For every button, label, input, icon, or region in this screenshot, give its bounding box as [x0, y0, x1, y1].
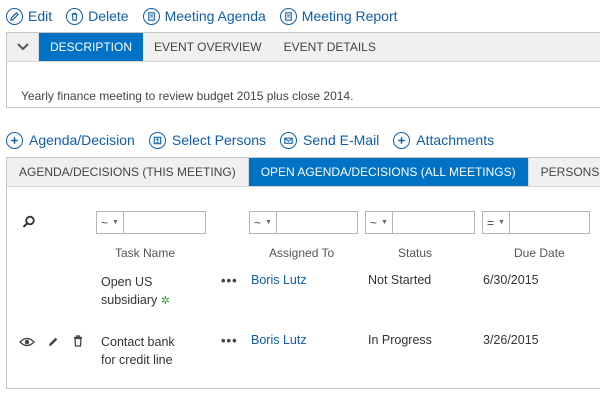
item-menu-button[interactable]: •••	[221, 273, 238, 288]
due-date-cell: 6/30/2015	[483, 273, 539, 287]
dropdown-arrow-icon: ▼	[112, 219, 119, 226]
add-agenda-decision-label: Agenda/Decision	[29, 132, 135, 148]
tab-all-meetings[interactable]: OPEN AGENDA/DECISIONS (ALL MEETINGS)	[248, 158, 529, 186]
task-name-cell[interactable]: Contact bank for credit line	[101, 333, 175, 369]
status-cell: In Progress	[368, 333, 432, 347]
edit-button[interactable]: Edit	[6, 7, 53, 25]
task-filter: ~ ▼	[96, 211, 206, 234]
assigned-filter-operator[interactable]: ~ ▼	[249, 211, 277, 234]
column-header-assigned[interactable]: Assigned To	[269, 246, 334, 260]
collapse-toggle[interactable]	[7, 33, 39, 61]
meeting-report-label: Meeting Report	[301, 8, 398, 24]
item-toolbar: Edit Delete Meeting Agenda Meeting Repor…	[6, 6, 412, 26]
task-name-line: for credit line	[101, 353, 173, 367]
task-filter-operator[interactable]: ~ ▼	[96, 211, 124, 234]
meeting-agenda-button[interactable]: Meeting Agenda	[142, 7, 266, 25]
pencil-icon[interactable]	[46, 335, 60, 349]
due-date-filter: = ▼	[482, 211, 590, 234]
status-filter-operator[interactable]: ~ ▼	[365, 211, 393, 234]
action-bar: Agenda/Decision Select Persons Send E-Ma…	[6, 130, 508, 150]
send-email-button[interactable]: Send E-Mail	[280, 131, 380, 149]
tab-event-details[interactable]: EVENT DETAILS	[273, 33, 387, 61]
agenda-grid-panel: AGENDA/DECISIONS (THIS MEETING) OPEN AGE…	[6, 157, 600, 389]
select-persons-button[interactable]: Select Persons	[148, 131, 267, 149]
description-tabs: DESCRIPTION EVENT OVERVIEW EVENT DETAILS	[7, 33, 600, 62]
assigned-filter: ~ ▼	[249, 211, 358, 234]
assigned-to-link[interactable]: Boris Lutz	[251, 333, 307, 347]
assigned-filter-input[interactable]	[276, 211, 358, 234]
meeting-agenda-label: Meeting Agenda	[164, 8, 266, 24]
edit-label: Edit	[28, 8, 53, 24]
status-filter-input[interactable]	[392, 211, 475, 234]
add-agenda-decision-button[interactable]: Agenda/Decision	[6, 131, 135, 149]
new-item-icon: ✲	[160, 295, 170, 307]
pencil-icon	[6, 7, 23, 25]
agenda-document-icon	[142, 7, 160, 25]
table-row: Open US subsidiary ✲ ••• Boris Lutz Not …	[7, 273, 600, 313]
dropdown-arrow-icon: ▼	[381, 219, 388, 226]
column-header-task[interactable]: Task Name	[115, 246, 175, 260]
grid-tabs: AGENDA/DECISIONS (THIS MEETING) OPEN AGE…	[7, 158, 600, 187]
task-name-line: Contact bank	[101, 335, 175, 349]
people-icon	[148, 131, 166, 149]
filter-row: ~ ▼ ~ ▼ ~ ▼ = ▼	[7, 211, 600, 235]
add-attachments-label: Attachments	[416, 132, 495, 148]
column-header-status[interactable]: Status	[398, 246, 432, 260]
due-date-filter-operator[interactable]: = ▼	[482, 211, 510, 234]
trash-icon[interactable]	[71, 334, 85, 348]
tab-persons[interactable]: PERSONS	[529, 158, 600, 186]
status-filter: ~ ▼	[365, 211, 475, 234]
dropdown-arrow-icon: ▼	[265, 219, 272, 226]
delete-label: Delete	[88, 8, 129, 24]
search-icon[interactable]	[22, 215, 36, 229]
select-persons-label: Select Persons	[171, 132, 267, 148]
plus-icon	[393, 131, 411, 149]
description-panel: DESCRIPTION EVENT OVERVIEW EVENT DETAILS…	[6, 32, 600, 108]
task-name-line: Open US	[101, 275, 153, 289]
delete-button[interactable]: Delete	[66, 7, 129, 25]
tab-event-overview[interactable]: EVENT OVERVIEW	[143, 33, 273, 61]
task-filter-input[interactable]	[123, 211, 206, 234]
chevron-down-icon	[16, 43, 29, 51]
trash-icon	[66, 7, 84, 25]
tab-description[interactable]: DESCRIPTION	[39, 33, 144, 61]
due-date-cell: 3/26/2015	[483, 333, 539, 347]
table-row: Contact bank for credit line ••• Boris L…	[7, 333, 600, 373]
report-document-icon	[279, 7, 297, 25]
dropdown-arrow-icon: ▼	[498, 219, 505, 226]
envelope-icon	[280, 131, 298, 149]
tab-this-meeting[interactable]: AGENDA/DECISIONS (THIS MEETING)	[7, 158, 249, 186]
send-email-label: Send E-Mail	[303, 132, 380, 148]
item-menu-button[interactable]: •••	[221, 333, 238, 348]
task-name-line: subsidiary	[101, 293, 158, 307]
add-attachments-button[interactable]: Attachments	[393, 131, 495, 149]
meeting-report-button[interactable]: Meeting Report	[279, 7, 398, 25]
assigned-to-link[interactable]: Boris Lutz	[251, 273, 307, 287]
status-cell: Not Started	[368, 273, 432, 287]
task-name-cell[interactable]: Open US subsidiary ✲	[101, 273, 170, 310]
column-header-due-date[interactable]: Due Date	[514, 246, 565, 260]
description-text: Yearly finance meeting to review budget …	[21, 89, 354, 103]
eye-icon[interactable]	[19, 335, 35, 349]
due-date-filter-input[interactable]	[509, 211, 590, 234]
plus-icon	[6, 131, 23, 149]
